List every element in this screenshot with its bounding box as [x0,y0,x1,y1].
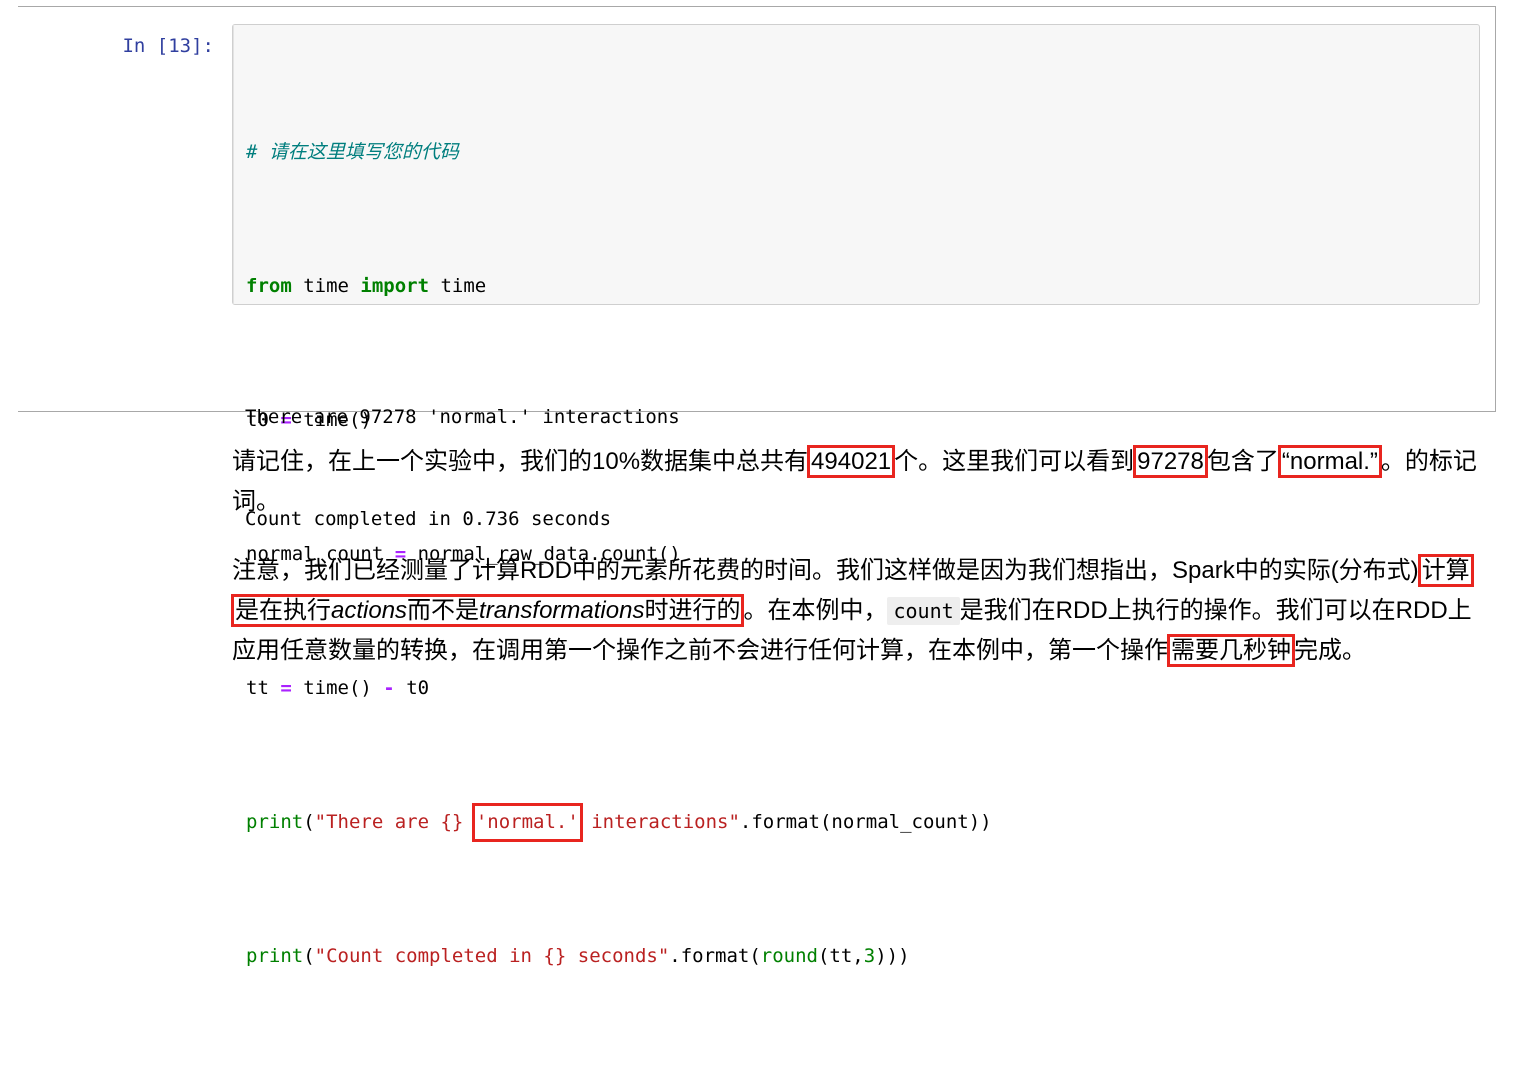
para1-segment-1: 请记住，在上一个实验中，我们的10%数据集中总共有 [232,448,809,475]
notebook-code-cell[interactable]: In [13]: # 请在这里填写您的代码 from time import t… [18,6,1496,967]
assign-operator: = [280,676,292,699]
para2-segment-1: 注意，我们已经测量了计算RDD中的元素所花费的时间。我们这样做是因为我们想指出，… [232,557,1419,584]
minus-operator: - [383,676,395,699]
paren-close: ))) [875,944,910,967]
keyword-from: from [246,274,292,297]
var-t0: t0 [394,676,430,699]
string-interactions: interactions" [579,810,740,833]
emphasis-transformations: transformations [479,597,645,624]
para1-segment-3: 包含了 [1206,448,1279,475]
markdown-paragraph-1[interactable]: 请记住，在上一个实验中，我们的10%数据集中总共有 494021 个。这里我们可以看… [232,442,1482,522]
var-tt: tt [246,676,281,699]
annotation-box-normal-literal: 'normal.' [471,802,583,842]
input-prompt: In [13]: [122,35,214,57]
number-3: 3 [863,944,876,967]
builtin-print: print [246,944,304,967]
code-line-7: print("Count completed in {} seconds".fo… [246,940,1475,974]
para1-segment-2: 个。这里我们可以看到 [894,448,1135,475]
para2-segment-4: 完成。 [1294,637,1366,664]
module-time: time [291,274,361,297]
annotation-box-total-count: 494021 [807,445,896,478]
markdown-paragraph-2[interactable]: 注意，我们已经测量了计算RDD中的元素所花费的时间。我们这样做是因为我们想指出，… [231,551,1482,671]
round-args: (tt, [817,944,864,967]
string-there-are: "There are {} [314,810,475,833]
para2-hl-end: 时进行的 [644,597,741,624]
code-line-2: from time import time [246,270,1475,304]
annotation-box-few-seconds: 需要几秒钟 [1167,634,1295,667]
format-call: .format( [669,944,761,967]
paren-open: ( [303,944,315,967]
builtin-round: round [760,944,818,967]
annotation-box-normal-count: 97278 [1133,445,1208,478]
para2-hl-mid: 而不是 [407,597,480,624]
call-time: time() [291,676,384,699]
para2-segment-2: 。在本例中， [743,597,888,624]
inline-code-count: count [887,597,960,625]
format-call: .format(normal_count)) [739,810,992,833]
builtin-print: print [246,810,304,833]
keyword-import: import [360,274,430,297]
emphasis-actions: actions [331,597,408,624]
code-line-6: print("There are {} 'normal.' interactio… [246,802,1475,842]
paren-open: ( [303,810,315,833]
imported-name: time [429,274,487,297]
code-comment: # 请在这里填写您的代码 [246,140,459,163]
annotation-box-normal-label: “normal.” [1277,445,1382,478]
output-line-1: There are 97278 'normal.' interactions [245,406,680,428]
code-line-5: tt = time() - t0 [246,672,1475,706]
code-line-1: # 请在这里填写您的代码 [246,136,1475,170]
editor-gutter [233,25,234,304]
code-editor[interactable]: # 请在这里填写您的代码 from time import time t0 = … [232,24,1480,967]
string-count-completed: "Count completed in {} seconds" [314,944,670,967]
